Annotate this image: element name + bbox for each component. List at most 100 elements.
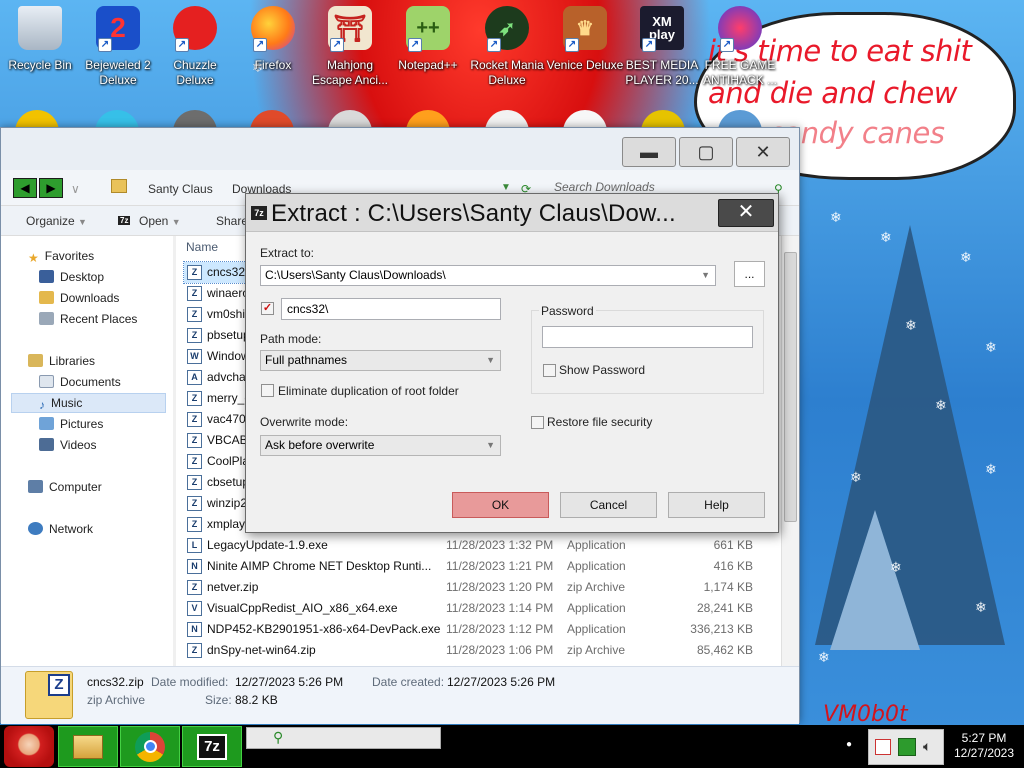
venice-icon: ♛ ↗	[563, 6, 607, 52]
file-name: merry_c	[207, 391, 251, 405]
file-row[interactable]: N Ninite AIMP Chrome NET Desktop Runti...…	[184, 556, 774, 577]
7zip-icon: 7z	[197, 733, 227, 760]
start-button[interactable]	[4, 726, 54, 767]
nav-libraries[interactable]: Libraries	[28, 351, 95, 371]
file-row[interactable]: Znetver.zip 11/28/2023 1:20 PM zip Archive…	[184, 577, 774, 598]
show-password-checkbox[interactable]	[543, 364, 556, 377]
column-header-name[interactable]: Name	[186, 240, 218, 254]
computer-icon	[28, 480, 43, 493]
ok-button[interactable]: OK	[452, 492, 549, 518]
desktop-icon-label: Rocket Mania Deluxe	[470, 58, 544, 87]
nav-documents[interactable]: Documents	[39, 372, 121, 392]
show-hidden-icons-icon[interactable]: ●	[846, 739, 852, 750]
nav-music[interactable]: ♪ Music	[39, 393, 82, 413]
nav-computer[interactable]: Computer	[28, 477, 102, 497]
file-name: netver.zip	[207, 580, 259, 594]
subfolder-input[interactable]: cncs32\	[281, 298, 501, 320]
desktop-icon	[39, 270, 54, 283]
extract-to-combobox[interactable]: C:\Users\Santy Claus\Downloads\ ▼	[260, 265, 716, 286]
close-button[interactable]: ✕	[736, 137, 790, 167]
nav-downloads[interactable]: Downloads	[39, 288, 119, 308]
eliminate-duplication-checkbox[interactable]	[261, 384, 274, 397]
desktop-icon-chuzzle[interactable]: ↗ Chuzzle Deluxe	[155, 6, 235, 92]
desktop-icon-free-game[interactable]: ↗ FREE GAME ANTIHACK ...	[700, 6, 780, 92]
taskbar: 7z ⚲ ● 🔈︎ 5:27 PM 12/27/2023	[0, 725, 1024, 768]
file-type: Application	[567, 559, 626, 573]
system-tray: 🔈︎	[868, 729, 944, 765]
cancel-button[interactable]: Cancel	[560, 492, 657, 518]
nav-recent-places[interactable]: Recent Places	[39, 309, 137, 329]
desktop-icon-firefox[interactable]: ↗ Firefox	[233, 6, 313, 92]
explorer-titlebar[interactable]: ▬ ▢ ✕	[1, 128, 799, 170]
desktop-icon-venice[interactable]: ♛ ↗ Venice Deluxe	[545, 6, 625, 92]
browse-button[interactable]: ...	[734, 261, 765, 287]
scrollbar-thumb[interactable]	[784, 252, 797, 522]
wallpaper-signature: VM0b0t	[823, 702, 908, 727]
organize-menu[interactable]: Organize ▼	[26, 214, 87, 228]
path-mode-select[interactable]: Full pathnames ▼	[260, 350, 501, 371]
restore-security-label: Restore file security	[547, 415, 653, 429]
forward-button[interactable]: ▶	[39, 178, 63, 198]
file-row[interactable]: ZdnSpy-net-win64.zip 11/28/2023 1:06 PM zi…	[184, 640, 774, 661]
desktop-icon-label: Mahjong Escape Anci...	[311, 58, 389, 87]
desktop-icon-label: BEST MEDIA PLAYER 20...	[625, 58, 699, 87]
desktop-icon-notepad-plus-plus[interactable]: ++ ↗ Notepad++	[388, 6, 468, 92]
details-size-label: Size:	[205, 693, 232, 707]
chevron-down-icon: ▼	[78, 217, 87, 227]
history-dropdown-icon[interactable]: ∨	[71, 182, 80, 196]
overwrite-mode-select[interactable]: Ask before overwrite ▼	[260, 435, 501, 456]
nav-network[interactable]: Network	[28, 519, 93, 539]
file-icon: Z	[187, 328, 202, 343]
chevron-down-icon: ▼	[701, 270, 710, 280]
7zip-icon: 7z	[118, 216, 131, 225]
clock-date[interactable]: 12/27/2023	[949, 746, 1019, 760]
volume-icon[interactable]: 🔈︎	[923, 738, 931, 755]
subfolder-checkbox[interactable]: ✓	[261, 302, 274, 315]
address-dropdown-icon[interactable]: ▼	[501, 182, 511, 193]
breadcrumb-item[interactable]: Santy Claus	[148, 182, 213, 196]
taskbar-7zip-button[interactable]: 7z	[182, 726, 242, 767]
file-row[interactable]: L LegacyUpdate-1.9.exe 11/28/2023 1:32 PM A…	[184, 535, 774, 556]
taskbar-explorer-button[interactable]	[58, 726, 118, 767]
file-size: 336,213 KB	[690, 622, 753, 636]
file-icon: Z	[187, 307, 202, 322]
dialog-close-button[interactable]: ✕	[718, 199, 774, 227]
vertical-scrollbar[interactable]	[781, 236, 799, 666]
minimize-button[interactable]: ▬	[622, 137, 676, 167]
file-name: VisualCppRedist_AIO_x86_x64.exe	[207, 601, 398, 615]
details-created-label: Date created:	[372, 675, 445, 689]
small-tree-image	[830, 510, 920, 650]
desktop-icon-xmplay[interactable]: XM play ↗ BEST MEDIA PLAYER 20...	[622, 6, 702, 92]
share-menu[interactable]: Share	[216, 214, 248, 228]
desktop-icon-label: Bejeweled 2 Deluxe	[85, 58, 151, 87]
nav-videos[interactable]: Videos	[39, 435, 96, 455]
desktop-icon-label: Firefox	[254, 58, 292, 72]
nav-favorites[interactable]: ★ Favorites	[28, 246, 94, 266]
restore-security-checkbox[interactable]	[531, 416, 544, 429]
dialog-titlebar[interactable]: 7z Extract : C:\Users\Santy Claus\Dow...…	[246, 194, 778, 232]
action-center-icon[interactable]	[875, 739, 891, 755]
taskbar-chrome-button[interactable]	[120, 726, 180, 767]
back-button[interactable]: ◀	[13, 178, 37, 198]
mahjong-icon: ⛩ ↗	[328, 6, 372, 52]
file-icon: Z	[187, 643, 202, 658]
password-input[interactable]	[542, 326, 753, 348]
file-row[interactable]: V VisualCppRedist_AIO_x86_x64.exe 11/28/20…	[184, 598, 774, 619]
desktop-icon-bejeweled[interactable]: 2 ↗ Bejeweled 2 Deluxe	[78, 6, 158, 92]
details-size-value: 88.2 KB	[235, 693, 278, 707]
desktop-icon-mahjong[interactable]: ⛩ ↗ Mahjong Escape Anci...	[310, 6, 390, 92]
taskbar-search-input[interactable]: ⚲	[246, 727, 441, 749]
desktop-icon-rocket-mania[interactable]: ➶ ↗ Rocket Mania Deluxe	[467, 6, 547, 92]
file-row[interactable]: N NDP452-KB2901951-x86-x64-DevPack.exe 11/…	[184, 619, 774, 640]
network-tray-icon[interactable]	[898, 738, 916, 756]
desktop-icon-recycle-bin[interactable]: Recycle Bin	[0, 6, 80, 92]
clock-time[interactable]: 5:27 PM	[949, 731, 1019, 745]
search-icon: ⚲	[273, 729, 284, 745]
file-type: zip Archive	[567, 580, 626, 594]
maximize-button[interactable]: ▢	[679, 137, 733, 167]
zip-archive-icon: Z	[25, 671, 73, 719]
help-button[interactable]: Help	[668, 492, 765, 518]
nav-desktop[interactable]: Desktop	[39, 267, 104, 287]
open-menu[interactable]: Open ▼	[139, 214, 181, 228]
nav-pictures[interactable]: Pictures	[39, 414, 103, 434]
